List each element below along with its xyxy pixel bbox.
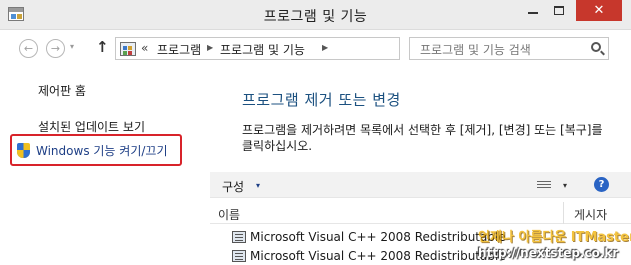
minimize-icon	[528, 11, 538, 14]
program-name: Microsoft Visual C++ 2008 Redistributabl…	[250, 230, 506, 244]
close-button[interactable]: ✕	[576, 0, 622, 21]
sidebar-link-label: Windows 기능 켜기/끄기	[36, 144, 168, 158]
minimize-button[interactable]	[520, 0, 546, 21]
recent-locations-dropdown[interactable]: ▾	[70, 42, 74, 51]
command-bar: 구성 ▾ ▾ ?	[210, 172, 631, 198]
back-button[interactable]: ←	[19, 39, 38, 58]
program-name: Microsoft Visual C++ 2008 Redistributabl…	[250, 249, 506, 263]
breadcrumb-separator-icon[interactable]: ▶	[207, 43, 213, 52]
maximize-button[interactable]	[546, 0, 572, 21]
installer-icon	[232, 250, 246, 262]
watermark-url: http://nextstep.co.kr	[478, 246, 619, 260]
search-placeholder: 프로그램 및 기능 검색	[420, 43, 531, 57]
organize-button[interactable]: 구성	[222, 178, 244, 195]
breadcrumb-separator-icon[interactable]: ▶	[322, 43, 328, 52]
column-divider[interactable]	[563, 202, 564, 224]
control-panel-icon	[120, 42, 136, 56]
sidebar: 제어판 홈 설치된 업데이트 보기 Windows 기능 켜기/끄기	[0, 66, 210, 265]
installer-icon	[232, 231, 246, 243]
maximize-icon	[554, 6, 564, 15]
breadcrumb-overflow[interactable]: «	[141, 41, 148, 55]
search-input[interactable]: 프로그램 및 기능 검색	[409, 37, 609, 60]
column-header-row: 이름 게시자	[210, 202, 631, 224]
column-header-name[interactable]: 이름	[218, 206, 240, 223]
breadcrumb-programs-and-features[interactable]: 프로그램 및 기능	[220, 41, 305, 58]
up-button[interactable]: ↑	[96, 38, 109, 56]
shield-icon	[17, 143, 30, 158]
navigation-bar: ← → ▾ ↑ « 프로그램 ▶ 프로그램 및 기능 ▶ ▾ ↻ 프로그램 및 …	[0, 30, 631, 66]
search-icon[interactable]	[591, 42, 601, 52]
sidebar-link-windows-features[interactable]: Windows 기능 켜기/끄기	[10, 134, 182, 166]
chevron-down-icon[interactable]: ▾	[563, 181, 567, 190]
breadcrumb-programs[interactable]: 프로그램	[157, 41, 201, 58]
view-options-icon[interactable]	[537, 181, 551, 190]
sidebar-link-installed-updates[interactable]: 설치된 업데이트 보기	[38, 118, 145, 135]
help-icon[interactable]: ?	[594, 177, 609, 192]
watermark-text: 언제나 아름다운 ITMaster	[478, 230, 631, 245]
forward-button[interactable]: →	[46, 39, 65, 58]
chevron-down-icon[interactable]: ▾	[256, 181, 260, 190]
sidebar-link-control-panel-home[interactable]: 제어판 홈	[38, 82, 86, 99]
title-bar: 프로그램 및 기능 ✕	[0, 0, 631, 30]
address-bar[interactable]: « 프로그램 ▶ 프로그램 및 기능 ▶ ▾ ↻	[115, 37, 516, 60]
column-header-publisher[interactable]: 게시자	[574, 206, 607, 223]
page-description: 프로그램을 제거하려면 목록에서 선택한 후 [제거], [변경] 또는 [복구…	[242, 123, 603, 153]
page-title: 프로그램 제거 또는 변경	[242, 91, 401, 109]
